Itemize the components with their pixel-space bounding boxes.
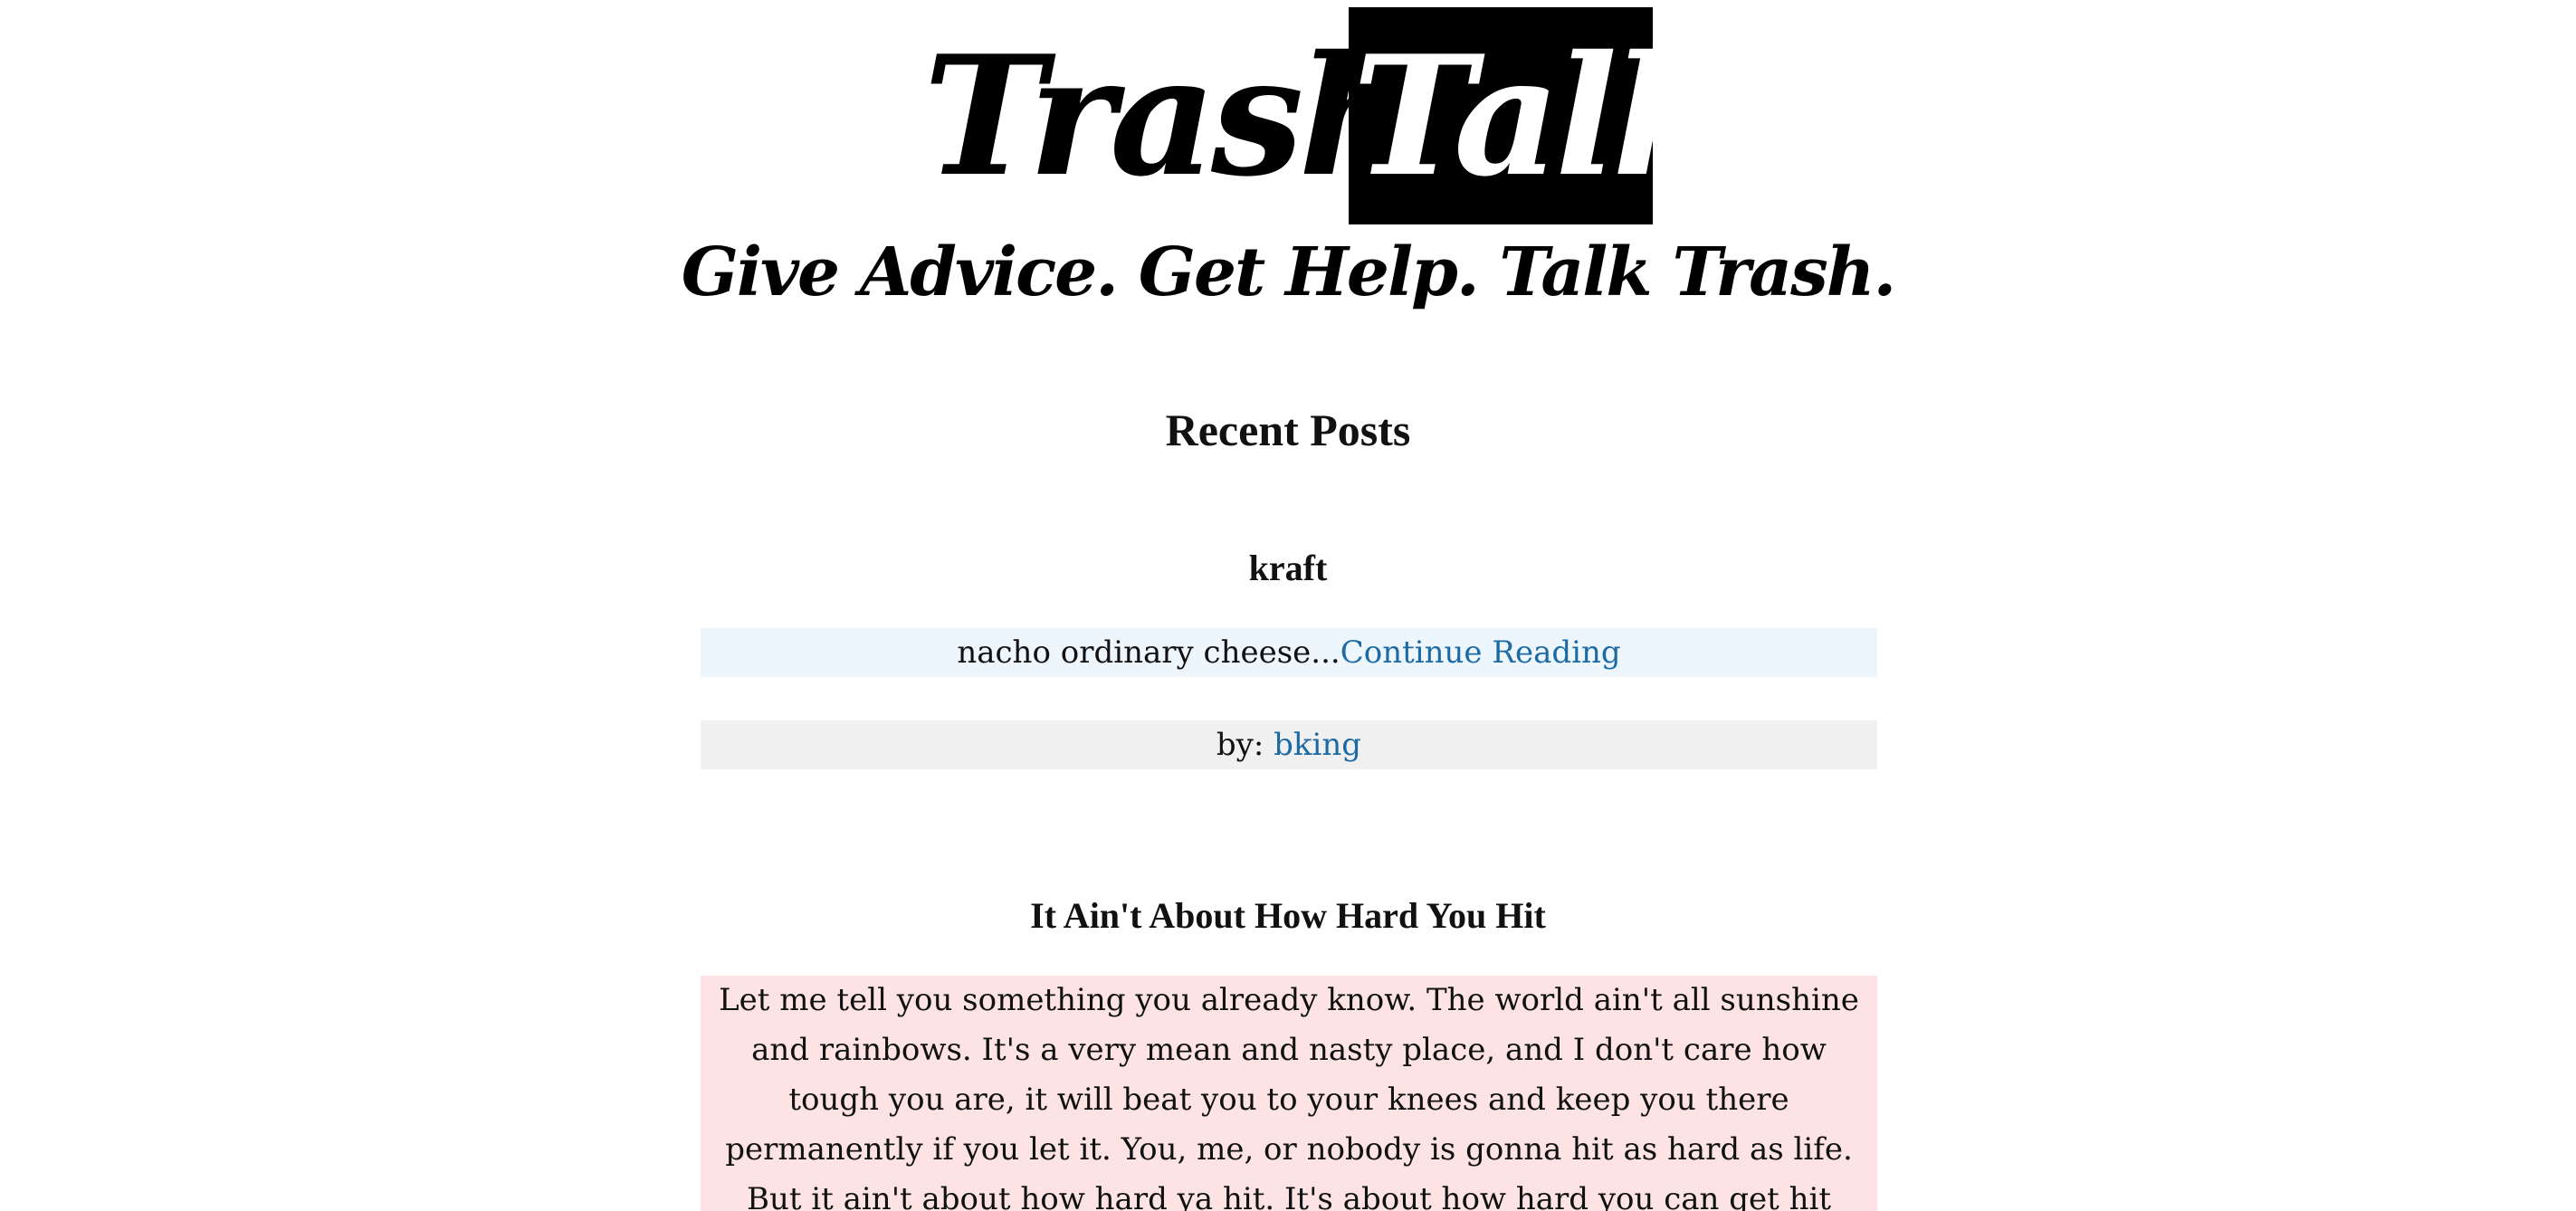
- site-logo[interactable]: Trash Talk: [914, 7, 1665, 224]
- logo-word-trash: Trash: [923, 19, 1418, 213]
- post-byline: by: bking: [701, 720, 1877, 769]
- byline-prefix: by:: [1216, 727, 1264, 763]
- continue-reading-link[interactable]: Continue Reading: [1340, 634, 1621, 671]
- post-excerpt-text: nacho ordinary cheese...: [957, 634, 1340, 671]
- logo-word-talk: Talk: [1352, 19, 1653, 213]
- post-title[interactable]: kraft: [0, 547, 2576, 589]
- post-excerpt: nacho ordinary cheese...Continue Reading: [701, 628, 1877, 677]
- site-tagline: Give Advice. Get Help. Talk Trash.: [681, 234, 1897, 311]
- logo-talk-box: Talk: [1349, 7, 1653, 224]
- author-link[interactable]: bking: [1274, 727, 1361, 763]
- site-header: Trash Talk Give Advice. Get Help. Talk T…: [0, 0, 2576, 326]
- post-title[interactable]: It Ain't About How Hard You Hit: [0, 894, 2576, 937]
- recent-posts-heading: Recent Posts: [1165, 405, 1411, 455]
- post-excerpt-text: Let me tell you something you already kn…: [719, 982, 1859, 1211]
- post-excerpt: Let me tell you something you already kn…: [701, 976, 1877, 1211]
